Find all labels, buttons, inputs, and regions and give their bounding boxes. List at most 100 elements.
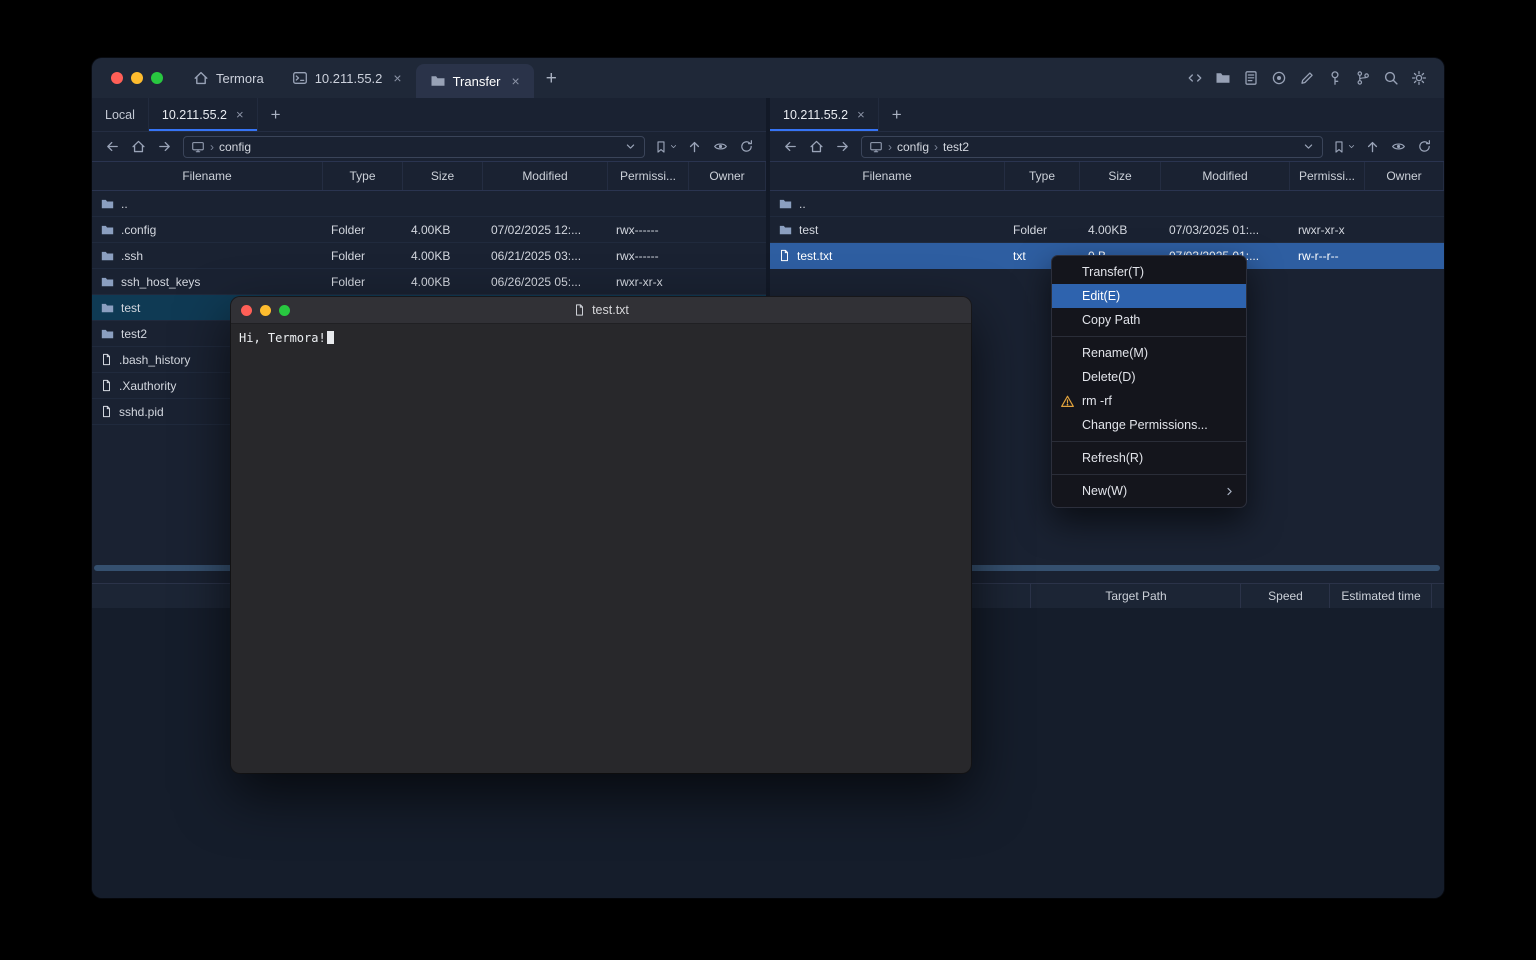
left-panel-tabs: Local 10.211.55.2 × + bbox=[92, 98, 766, 132]
new-panel-tab-button[interactable]: + bbox=[258, 98, 294, 131]
column-header-owner[interactable]: Owner bbox=[689, 162, 766, 190]
right-panel-tabs: 10.211.55.2 × + bbox=[770, 98, 1444, 132]
column-header-permissions[interactable]: Permissi... bbox=[1290, 162, 1365, 190]
tab-termora[interactable]: Termora bbox=[179, 58, 278, 98]
close-icon[interactable]: × bbox=[236, 108, 244, 121]
column-header-filename[interactable]: Filename bbox=[92, 162, 323, 190]
column-header-size[interactable]: Size bbox=[403, 162, 483, 190]
close-window-button[interactable] bbox=[241, 305, 252, 316]
path-combobox[interactable]: › config bbox=[183, 136, 645, 158]
breadcrumb-segment[interactable]: config bbox=[897, 140, 929, 154]
column-header-type[interactable]: Type bbox=[1005, 162, 1080, 190]
refresh-icon[interactable] bbox=[1412, 136, 1436, 158]
chevron-down-icon bbox=[669, 142, 678, 151]
right-path-toolbar: › config › test2 bbox=[770, 132, 1444, 161]
left-path-toolbar: › config bbox=[92, 132, 766, 161]
bookmark-button[interactable] bbox=[652, 140, 680, 154]
tab-host-left[interactable]: 10.211.55.2 × bbox=[149, 98, 258, 131]
menu-item-refresh[interactable]: Refresh(R) bbox=[1052, 446, 1246, 470]
table-row[interactable]: test Folder4.00KB 07/03/2025 01:...rwxr-… bbox=[770, 217, 1444, 243]
bookmark-button[interactable] bbox=[1330, 140, 1358, 154]
file-list-icon[interactable] bbox=[1242, 69, 1260, 87]
menu-item-new[interactable]: New(W) bbox=[1052, 479, 1246, 503]
record-icon[interactable] bbox=[1270, 69, 1288, 87]
tab-label: Transfer bbox=[453, 74, 501, 89]
zoom-window-button[interactable] bbox=[151, 72, 163, 84]
close-icon[interactable]: × bbox=[857, 108, 865, 121]
document-icon bbox=[573, 303, 586, 317]
column-header-size[interactable]: Size bbox=[1080, 162, 1161, 190]
close-icon[interactable]: × bbox=[512, 74, 520, 88]
breadcrumb-segment[interactable]: config bbox=[219, 140, 251, 154]
column-header-target-path[interactable]: Target Path bbox=[1030, 584, 1241, 608]
home-icon[interactable] bbox=[804, 136, 828, 158]
desktop: Termora 10.211.55.2 × Transfer × + bbox=[0, 0, 1536, 960]
tab-label: Termora bbox=[216, 71, 264, 86]
close-window-button[interactable] bbox=[111, 72, 123, 84]
path-combobox[interactable]: › config › test2 bbox=[861, 136, 1323, 158]
table-row[interactable]: .. bbox=[770, 191, 1444, 217]
minimize-window-button[interactable] bbox=[131, 72, 143, 84]
editor-window: test.txt Hi, Termora! bbox=[231, 297, 971, 773]
chevron-down-icon[interactable] bbox=[1302, 140, 1315, 153]
breadcrumb-separator: › bbox=[210, 140, 214, 154]
folder-icon[interactable] bbox=[1214, 69, 1232, 87]
breadcrumb-segment[interactable]: test2 bbox=[943, 140, 969, 154]
refresh-icon[interactable] bbox=[734, 136, 758, 158]
tab-label: 10.211.55.2 bbox=[315, 71, 383, 86]
column-header-filename[interactable]: Filename bbox=[770, 162, 1005, 190]
show-hidden-icon[interactable] bbox=[1386, 136, 1410, 158]
column-header-permissions[interactable]: Permissi... bbox=[608, 162, 689, 190]
search-icon[interactable] bbox=[1382, 69, 1400, 87]
tab-transfer[interactable]: Transfer × bbox=[416, 64, 534, 98]
close-icon[interactable]: × bbox=[393, 71, 401, 85]
text-cursor bbox=[327, 331, 334, 344]
edit-icon[interactable] bbox=[1298, 69, 1316, 87]
computer-icon bbox=[869, 140, 883, 154]
minimize-window-button[interactable] bbox=[260, 305, 271, 316]
menu-item-rm-rf[interactable]: rm -rf bbox=[1052, 389, 1246, 413]
menu-item-edit[interactable]: Edit(E) bbox=[1052, 284, 1246, 308]
column-header-modified[interactable]: Modified bbox=[1161, 162, 1290, 190]
table-row[interactable]: .. bbox=[92, 191, 766, 217]
column-header-speed[interactable]: Speed bbox=[1240, 584, 1330, 608]
show-hidden-icon[interactable] bbox=[708, 136, 732, 158]
file-name: .ssh bbox=[121, 249, 143, 263]
termora-window: Termora 10.211.55.2 × Transfer × + bbox=[92, 58, 1444, 898]
column-header-owner[interactable]: Owner bbox=[1365, 162, 1444, 190]
upload-icon[interactable] bbox=[682, 136, 706, 158]
zoom-window-button[interactable] bbox=[279, 305, 290, 316]
column-header-estimated-time[interactable]: Estimated time bbox=[1329, 584, 1432, 608]
new-tab-button[interactable]: + bbox=[534, 69, 569, 88]
tab-host-right[interactable]: 10.211.55.2 × bbox=[770, 98, 879, 131]
menu-item-rename[interactable]: Rename(M) bbox=[1052, 341, 1246, 365]
column-header-modified[interactable]: Modified bbox=[483, 162, 608, 190]
table-row[interactable]: .ssh Folder4.00KB 06/21/2025 03:...rwx--… bbox=[92, 243, 766, 269]
back-icon[interactable] bbox=[100, 136, 124, 158]
menu-item-transfer[interactable]: Transfer(T) bbox=[1052, 260, 1246, 284]
folder-icon bbox=[430, 73, 446, 89]
tab-local[interactable]: Local bbox=[92, 98, 149, 131]
folder-icon bbox=[100, 223, 115, 237]
file-icon bbox=[778, 248, 791, 263]
tab-host[interactable]: 10.211.55.2 × bbox=[278, 58, 416, 98]
menu-item-copy-path[interactable]: Copy Path bbox=[1052, 308, 1246, 332]
menu-item-change-permissions[interactable]: Change Permissions... bbox=[1052, 413, 1246, 437]
upload-icon[interactable] bbox=[1360, 136, 1384, 158]
settings-icon[interactable] bbox=[1410, 69, 1428, 87]
branch-icon[interactable] bbox=[1354, 69, 1372, 87]
forward-icon[interactable] bbox=[830, 136, 854, 158]
editor-content[interactable]: Hi, Termora! bbox=[231, 324, 971, 352]
column-header-type[interactable]: Type bbox=[323, 162, 403, 190]
new-panel-tab-button[interactable]: + bbox=[879, 98, 915, 131]
code-icon[interactable] bbox=[1186, 69, 1204, 87]
chevron-down-icon[interactable] bbox=[624, 140, 637, 153]
table-row[interactable]: .config Folder4.00KB 07/02/2025 12:...rw… bbox=[92, 217, 766, 243]
file-icon bbox=[100, 352, 113, 367]
key-icon[interactable] bbox=[1326, 69, 1344, 87]
table-row[interactable]: ssh_host_keys Folder4.00KB 06/26/2025 05… bbox=[92, 269, 766, 295]
back-icon[interactable] bbox=[778, 136, 802, 158]
home-icon[interactable] bbox=[126, 136, 150, 158]
forward-icon[interactable] bbox=[152, 136, 176, 158]
menu-item-delete[interactable]: Delete(D) bbox=[1052, 365, 1246, 389]
